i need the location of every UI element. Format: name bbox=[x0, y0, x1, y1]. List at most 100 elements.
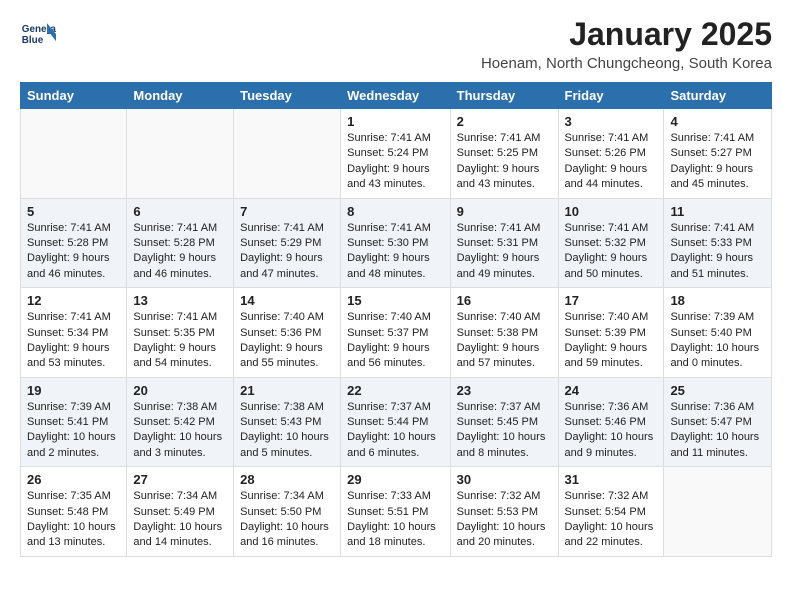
calendar-cell: 30Sunrise: 7:32 AMSunset: 5:53 PMDayligh… bbox=[450, 467, 558, 557]
calendar-cell: 10 Sunrise: 7:41 AMSunset: 5:32 PMDayligh… bbox=[558, 198, 664, 288]
location-title: Hoenam, North Chungcheong, South Korea bbox=[481, 55, 772, 72]
day-number: 10 bbox=[565, 204, 658, 219]
calendar-cell: 11 Sunrise: 7:41 AMSunset: 5:33 PMDayligh… bbox=[664, 198, 772, 288]
calendar-cell: 18 Sunrise: 7:39 AMSunset: 5:40 PMDayligh… bbox=[664, 288, 772, 378]
cell-content: Sunrise: 7:41 AMSunset: 5:28 PMDaylight:… bbox=[27, 221, 120, 283]
day-number: 5 bbox=[27, 204, 120, 219]
weekday-header-monday: Monday bbox=[127, 83, 234, 109]
cell-content: Sunrise: 7:41 AMSunset: 5:28 PMDaylight:… bbox=[133, 221, 227, 283]
cell-content: Sunrise: 7:34 AMSunset: 5:49 PMDaylight:… bbox=[133, 489, 227, 551]
cell-content: Sunrise: 7:40 AMSunset: 5:39 PMDaylight:… bbox=[565, 310, 658, 372]
weekday-header-friday: Friday bbox=[558, 83, 664, 109]
calendar-cell: 13 Sunrise: 7:41 AMSunset: 5:35 PMDayligh… bbox=[127, 288, 234, 378]
calendar-cell: 12 Sunrise: 7:41 AMSunset: 5:34 PMDayligh… bbox=[21, 288, 127, 378]
calendar-cell: 8 Sunrise: 7:41 AMSunset: 5:30 PMDaylight… bbox=[341, 198, 451, 288]
calendar-cell: 16Sunrise: 7:40 AMSunset: 5:38 PMDayligh… bbox=[450, 288, 558, 378]
day-number: 2 bbox=[457, 114, 552, 129]
cell-content: Sunrise: 7:38 AMSunset: 5:43 PMDaylight:… bbox=[240, 400, 334, 462]
day-number: 7 bbox=[240, 204, 334, 219]
cell-content: Sunrise: 7:41 AMSunset: 5:34 PMDaylight:… bbox=[27, 310, 120, 372]
calendar-cell: 19 Sunrise: 7:39 AMSunset: 5:41 PMDayligh… bbox=[21, 377, 127, 467]
weekday-header-tuesday: Tuesday bbox=[234, 83, 341, 109]
day-number: 14 bbox=[240, 293, 334, 308]
cell-content: Sunrise: 7:41 AMSunset: 5:31 PMDaylight:… bbox=[457, 221, 552, 283]
day-number: 25 bbox=[670, 383, 765, 398]
cell-content: Sunrise: 7:36 AMSunset: 5:47 PMDaylight:… bbox=[670, 400, 765, 462]
calendar-cell: 29Sunrise: 7:33 AMSunset: 5:51 PMDayligh… bbox=[341, 467, 451, 557]
calendar-cell: 6 Sunrise: 7:41 AMSunset: 5:28 PMDaylight… bbox=[127, 198, 234, 288]
cell-content: Sunrise: 7:32 AMSunset: 5:54 PMDaylight:… bbox=[565, 489, 658, 551]
cell-content: Sunrise: 7:41 AMSunset: 5:33 PMDaylight:… bbox=[670, 221, 765, 283]
week-row-5: 26 Sunrise: 7:35 AMSunset: 5:48 PMDayligh… bbox=[21, 467, 772, 557]
cell-content: Sunrise: 7:41 AMSunset: 5:29 PMDaylight:… bbox=[240, 221, 334, 283]
day-number: 17 bbox=[565, 293, 658, 308]
calendar-cell: 21Sunrise: 7:38 AMSunset: 5:43 PMDayligh… bbox=[234, 377, 341, 467]
calendar-cell bbox=[127, 109, 234, 199]
day-number: 27 bbox=[133, 472, 227, 487]
cell-content: Sunrise: 7:38 AMSunset: 5:42 PMDaylight:… bbox=[133, 400, 227, 462]
calendar-cell: 9 Sunrise: 7:41 AMSunset: 5:31 PMDaylight… bbox=[450, 198, 558, 288]
weekday-header-thursday: Thursday bbox=[450, 83, 558, 109]
day-number: 4 bbox=[670, 114, 765, 129]
day-number: 23 bbox=[457, 383, 552, 398]
calendar-cell: 26 Sunrise: 7:35 AMSunset: 5:48 PMDayligh… bbox=[21, 467, 127, 557]
cell-content: Sunrise: 7:41 AMSunset: 5:32 PMDaylight:… bbox=[565, 221, 658, 283]
week-row-1: 1 Sunrise: 7:41 AMSunset: 5:24 PMDaylight… bbox=[21, 109, 772, 199]
weekday-header-saturday: Saturday bbox=[664, 83, 772, 109]
day-number: 24 bbox=[565, 383, 658, 398]
day-number: 20 bbox=[133, 383, 227, 398]
day-number: 9 bbox=[457, 204, 552, 219]
week-row-3: 12 Sunrise: 7:41 AMSunset: 5:34 PMDayligh… bbox=[21, 288, 772, 378]
calendar-cell bbox=[664, 467, 772, 557]
calendar-table: SundayMondayTuesdayWednesdayThursdayFrid… bbox=[20, 82, 772, 557]
calendar-cell: 27 Sunrise: 7:34 AMSunset: 5:49 PMDayligh… bbox=[127, 467, 234, 557]
day-number: 12 bbox=[27, 293, 120, 308]
calendar-cell: 7 Sunrise: 7:41 AMSunset: 5:29 PMDaylight… bbox=[234, 198, 341, 288]
calendar-cell: 25 Sunrise: 7:36 AMSunset: 5:47 PMDayligh… bbox=[664, 377, 772, 467]
cell-content: Sunrise: 7:39 AMSunset: 5:40 PMDaylight:… bbox=[670, 310, 765, 372]
cell-content: Sunrise: 7:39 AMSunset: 5:41 PMDaylight:… bbox=[27, 400, 120, 462]
day-number: 28 bbox=[240, 472, 334, 487]
day-number: 15 bbox=[347, 293, 444, 308]
weekday-header-wednesday: Wednesday bbox=[341, 83, 451, 109]
svg-text:Blue: Blue bbox=[22, 35, 44, 46]
cell-content: Sunrise: 7:37 AMSunset: 5:45 PMDaylight:… bbox=[457, 400, 552, 462]
cell-content: Sunrise: 7:40 AMSunset: 5:36 PMDaylight:… bbox=[240, 310, 334, 372]
calendar-cell: 4 Sunrise: 7:41 AMSunset: 5:27 PMDaylight… bbox=[664, 109, 772, 199]
cell-content: Sunrise: 7:41 AMSunset: 5:24 PMDaylight:… bbox=[347, 131, 444, 193]
day-number: 6 bbox=[133, 204, 227, 219]
cell-content: Sunrise: 7:41 AMSunset: 5:35 PMDaylight:… bbox=[133, 310, 227, 372]
logo: General Blue bbox=[20, 16, 60, 52]
calendar-cell: 2 Sunrise: 7:41 AMSunset: 5:25 PMDaylight… bbox=[450, 109, 558, 199]
cell-content: Sunrise: 7:35 AMSunset: 5:48 PMDaylight:… bbox=[27, 489, 120, 551]
page: General Blue January 2025 Hoenam, North … bbox=[0, 0, 792, 573]
calendar-cell bbox=[21, 109, 127, 199]
day-number: 13 bbox=[133, 293, 227, 308]
day-number: 29 bbox=[347, 472, 444, 487]
week-row-4: 19 Sunrise: 7:39 AMSunset: 5:41 PMDayligh… bbox=[21, 377, 772, 467]
logo-icon: General Blue bbox=[20, 16, 56, 52]
day-number: 18 bbox=[670, 293, 765, 308]
calendar-cell: 28 Sunrise: 7:34 AMSunset: 5:50 PMDayligh… bbox=[234, 467, 341, 557]
month-title: January 2025 bbox=[481, 16, 772, 53]
header: General Blue January 2025 Hoenam, North … bbox=[20, 16, 772, 72]
cell-content: Sunrise: 7:36 AMSunset: 5:46 PMDaylight:… bbox=[565, 400, 658, 462]
calendar-cell: 14 Sunrise: 7:40 AMSunset: 5:36 PMDayligh… bbox=[234, 288, 341, 378]
cell-content: Sunrise: 7:32 AMSunset: 5:53 PMDaylight:… bbox=[457, 489, 552, 551]
cell-content: Sunrise: 7:41 AMSunset: 5:26 PMDaylight:… bbox=[565, 131, 658, 193]
cell-content: Sunrise: 7:40 AMSunset: 5:38 PMDaylight:… bbox=[457, 310, 552, 372]
cell-content: Sunrise: 7:41 AMSunset: 5:27 PMDaylight:… bbox=[670, 131, 765, 193]
day-number: 26 bbox=[27, 472, 120, 487]
day-number: 11 bbox=[670, 204, 765, 219]
calendar-cell: 1 Sunrise: 7:41 AMSunset: 5:24 PMDaylight… bbox=[341, 109, 451, 199]
cell-content: Sunrise: 7:41 AMSunset: 5:25 PMDaylight:… bbox=[457, 131, 552, 193]
day-number: 19 bbox=[27, 383, 120, 398]
day-number: 8 bbox=[347, 204, 444, 219]
day-number: 3 bbox=[565, 114, 658, 129]
calendar-cell: 5 Sunrise: 7:41 AMSunset: 5:28 PMDaylight… bbox=[21, 198, 127, 288]
calendar-cell: 24 Sunrise: 7:36 AMSunset: 5:46 PMDayligh… bbox=[558, 377, 664, 467]
cell-content: Sunrise: 7:34 AMSunset: 5:50 PMDaylight:… bbox=[240, 489, 334, 551]
day-number: 1 bbox=[347, 114, 444, 129]
day-number: 22 bbox=[347, 383, 444, 398]
cell-content: Sunrise: 7:41 AMSunset: 5:30 PMDaylight:… bbox=[347, 221, 444, 283]
